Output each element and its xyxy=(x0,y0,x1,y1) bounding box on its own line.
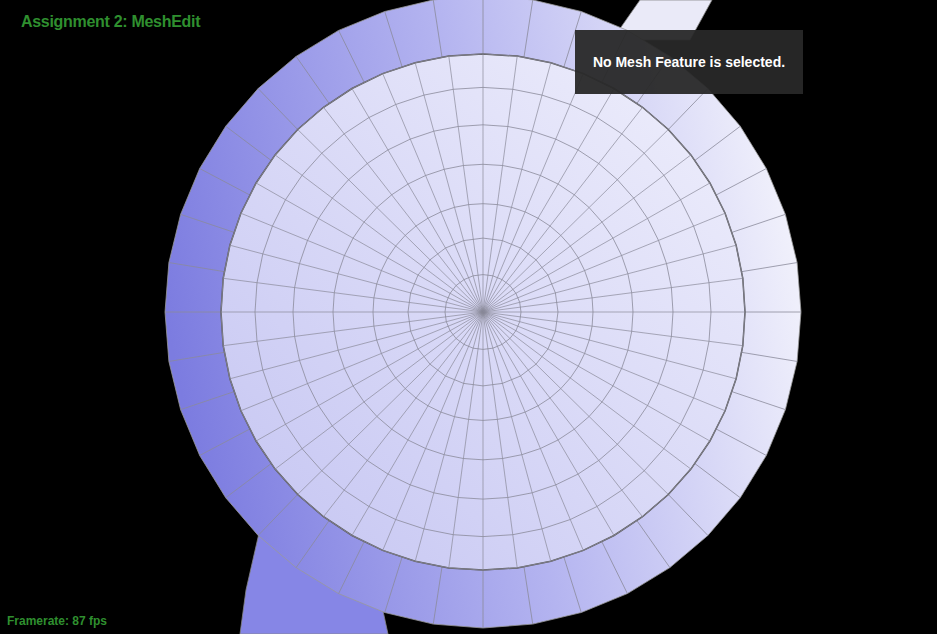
teapot-body xyxy=(165,0,801,628)
teapot-base xyxy=(221,54,745,570)
meshedit-window: Assignment 2: MeshEdit No Mesh Feature is… xyxy=(0,0,937,634)
info-panel: No Mesh Feature is selected. xyxy=(575,30,803,94)
app-title: Assignment 2: MeshEdit xyxy=(21,13,200,31)
info-text: No Mesh Feature is selected. xyxy=(593,54,785,70)
framerate-label: Framerate: 87 fps xyxy=(7,614,107,628)
mesh-viewport[interactable] xyxy=(0,0,937,634)
